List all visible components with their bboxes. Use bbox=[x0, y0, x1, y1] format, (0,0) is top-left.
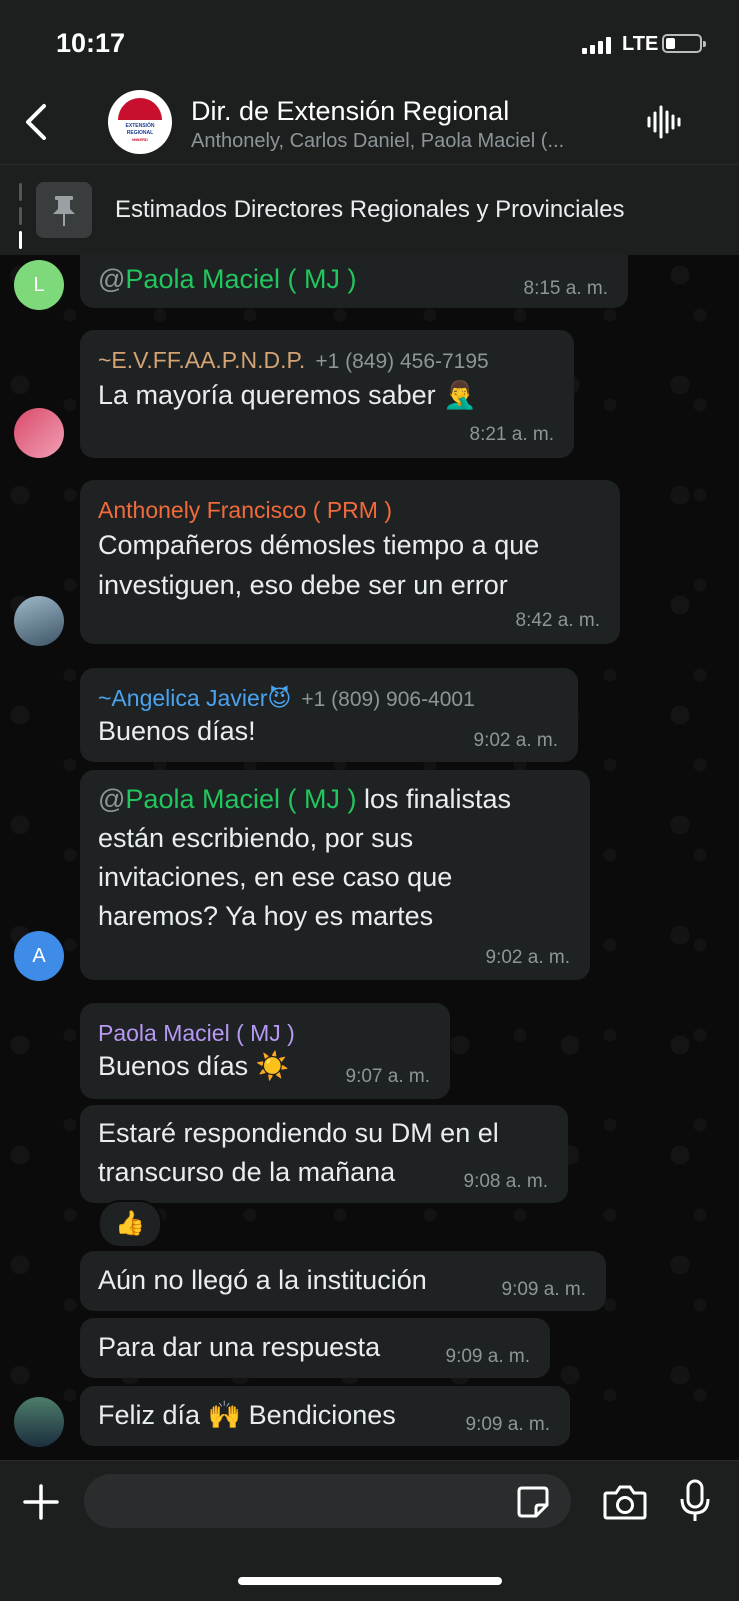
mention-link[interactable]: Paola Maciel ( MJ ) bbox=[125, 784, 356, 814]
clock: 10:17 bbox=[56, 28, 126, 58]
message-text: La mayoría queremos saber 🤦‍♂️ bbox=[98, 380, 477, 410]
message-time: 9:02 a. m. bbox=[485, 947, 571, 968]
message-time: 9:07 a. m. bbox=[345, 1066, 431, 1087]
sender-phone: +1 (809) 906-4001 bbox=[301, 688, 475, 711]
battery-icon bbox=[662, 34, 706, 53]
message-bubble[interactable]: ~Angelica Javier😈 +1 (809) 906-4001 Bueno… bbox=[80, 668, 578, 762]
message-time: 9:09 a. m. bbox=[465, 1414, 551, 1435]
message-text: @Paola Maciel ( MJ ) bbox=[98, 264, 357, 294]
sender-name[interactable]: ~Angelica Javier😈 +1 (809) 906-4001 bbox=[98, 685, 475, 712]
sender-name[interactable]: Anthonely Francisco ( PRM ) bbox=[98, 497, 392, 524]
message-text-line: Estaré respondiendo su DM en el bbox=[98, 1118, 499, 1148]
message-text-line: @Paola Maciel ( MJ ) los finalistas bbox=[98, 784, 512, 814]
pinned-indicator bbox=[19, 183, 22, 249]
message-time: 9:09 a. m. bbox=[501, 1279, 587, 1300]
avatar[interactable]: L bbox=[14, 260, 64, 310]
signal-icon bbox=[582, 36, 612, 54]
avatar[interactable]: A bbox=[14, 931, 64, 981]
sender-phone: +1 (849) 456-7195 bbox=[315, 350, 489, 373]
message-text: Aún no llegó a la institución bbox=[98, 1265, 427, 1295]
pin-icon bbox=[53, 196, 75, 226]
logo-text-3: MINERD bbox=[132, 137, 148, 142]
message-bubble[interactable]: Estaré respondiendo su DM en el transcur… bbox=[80, 1105, 568, 1203]
chat-header: EXTENSIÓN REGIONAL MINERD Dir. de Extens… bbox=[0, 80, 739, 165]
back-chevron-icon[interactable] bbox=[20, 102, 54, 142]
reaction-badge[interactable]: 👍 bbox=[98, 1200, 162, 1248]
status-bar: 10:17 LTE bbox=[0, 0, 739, 80]
sender-name[interactable]: ~E.V.FF.AA.P.N.D.P. +1 (849) 456-7195 bbox=[98, 347, 489, 374]
message-text: Buenos días ☀️ bbox=[98, 1051, 290, 1081]
chat-title[interactable]: Dir. de Extensión Regional bbox=[191, 96, 509, 127]
avatar[interactable] bbox=[14, 408, 64, 458]
message-input[interactable] bbox=[84, 1474, 571, 1528]
network-type: LTE bbox=[622, 33, 659, 55]
group-avatar[interactable]: EXTENSIÓN REGIONAL MINERD bbox=[108, 90, 172, 154]
home-indicator[interactable] bbox=[238, 1577, 502, 1585]
chat-members[interactable]: Anthonely, Carlos Daniel, Paola Maciel (… bbox=[191, 130, 564, 153]
message-text-line: están escribiendo, por sus bbox=[98, 823, 414, 853]
message-bubble[interactable]: Anthonely Francisco ( PRM ) Compañeros d… bbox=[80, 480, 620, 644]
plus-icon[interactable] bbox=[22, 1483, 60, 1521]
message-bubble[interactable]: @Paola Maciel ( MJ ) 8:15 a. m. bbox=[80, 255, 628, 308]
pin-icon-box bbox=[36, 182, 92, 238]
message-time: 9:08 a. m. bbox=[463, 1171, 549, 1192]
message-time: 8:42 a. m. bbox=[515, 610, 601, 631]
avatar[interactable] bbox=[14, 1397, 64, 1447]
pinned-message-bar[interactable]: Estimados Directores Regionales y Provin… bbox=[0, 165, 739, 255]
message-text-line: Compañeros démosles tiempo a que bbox=[98, 530, 540, 560]
message-bubble[interactable]: Aún no llegó a la institución 9:09 a. m. bbox=[80, 1251, 606, 1311]
mention-link[interactable]: Paola Maciel ( MJ ) bbox=[125, 264, 356, 294]
message-text: Para dar una respuesta bbox=[98, 1332, 381, 1362]
microphone-icon[interactable] bbox=[679, 1479, 711, 1523]
message-text: Buenos días! bbox=[98, 716, 256, 746]
message-time: 8:15 a. m. bbox=[523, 278, 609, 299]
message-bubble[interactable]: Feliz día 🙌 Bendiciones 9:09 a. m. bbox=[80, 1386, 570, 1446]
avatar[interactable] bbox=[14, 596, 64, 646]
message-text-line: transcurso de la mañana bbox=[98, 1157, 396, 1187]
camera-icon[interactable] bbox=[603, 1483, 647, 1521]
sender-name[interactable]: Paola Maciel ( MJ ) bbox=[98, 1020, 295, 1047]
message-time: 9:02 a. m. bbox=[473, 730, 559, 751]
message-time: 8:21 a. m. bbox=[469, 424, 555, 445]
pinned-text: Estimados Directores Regionales y Provin… bbox=[115, 196, 625, 223]
message-bubble[interactable]: ~E.V.FF.AA.P.N.D.P. +1 (849) 456-7195 La … bbox=[80, 330, 574, 458]
message-text-line: haremos? Ya hoy es martes bbox=[98, 901, 434, 931]
message-time: 9:09 a. m. bbox=[445, 1346, 531, 1367]
message-bubble[interactable]: Paola Maciel ( MJ ) Buenos días ☀️ 9:07 … bbox=[80, 1003, 450, 1099]
logo-text-1: EXTENSIÓN bbox=[125, 123, 155, 129]
audio-wave-icon[interactable] bbox=[646, 104, 682, 140]
message-text: Feliz día 🙌 Bendiciones bbox=[98, 1400, 396, 1430]
message-text-line: invitaciones, en ese caso que bbox=[98, 862, 453, 892]
message-bubble[interactable]: @Paola Maciel ( MJ ) los finalistas está… bbox=[80, 770, 590, 980]
sticker-icon[interactable] bbox=[516, 1485, 550, 1519]
logo-text-2: REGIONAL bbox=[126, 130, 154, 136]
message-text-line: investiguen, eso debe ser un error bbox=[98, 570, 508, 600]
message-bubble[interactable]: Para dar una respuesta 9:09 a. m. bbox=[80, 1318, 550, 1378]
